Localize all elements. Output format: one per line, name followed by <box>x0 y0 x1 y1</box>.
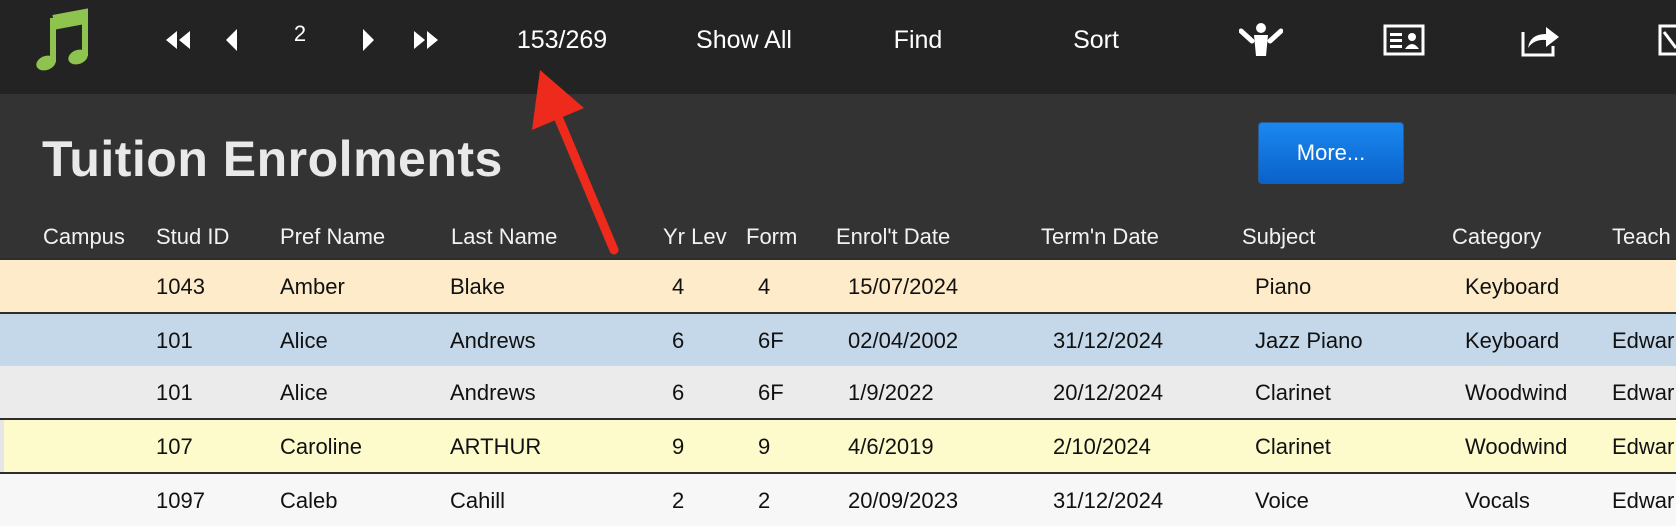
cell-form[interactable]: 6F <box>758 328 784 354</box>
cell-category[interactable]: Vocals <box>1465 488 1530 514</box>
sort-label: Sort <box>1073 25 1119 54</box>
previous-record-icon[interactable] <box>218 0 244 80</box>
record-count: 153/269 <box>500 0 624 80</box>
find-label: Find <box>893 25 943 54</box>
record-count-label: 153/269 <box>516 25 608 54</box>
column-header-last-name[interactable]: Last Name <box>451 224 557 250</box>
cell-category[interactable]: Woodwind <box>1465 380 1567 406</box>
column-header-enrol-date[interactable]: Enrol't Date <box>836 224 950 250</box>
cell-last-name[interactable]: Cahill <box>450 488 505 514</box>
close-icon[interactable] <box>1658 0 1676 80</box>
cell-yr-lev[interactable]: 6 <box>672 380 684 406</box>
cell-term-date[interactable]: 31/12/2024 <box>1053 328 1163 354</box>
cell-enrol-date[interactable]: 15/07/2024 <box>848 274 958 300</box>
cell-subject[interactable]: Jazz Piano <box>1255 328 1363 354</box>
show-all-label: Show All <box>696 25 792 54</box>
column-header-term-date[interactable]: Term'n Date <box>1041 224 1159 250</box>
column-header-pref-name[interactable]: Pref Name <box>280 224 385 250</box>
cell-form[interactable]: 4 <box>758 274 770 300</box>
cell-category[interactable]: Woodwind <box>1465 434 1567 460</box>
table-row[interactable]: 101 Alice Andrews 6 6F 02/04/2002 31/12/… <box>0 314 1676 366</box>
cell-stud-id[interactable]: 107 <box>156 434 193 460</box>
cell-subject[interactable]: Voice <box>1255 488 1309 514</box>
cell-stud-id[interactable]: 101 <box>156 328 193 354</box>
column-header-teacher[interactable]: Teach <box>1612 224 1671 250</box>
cell-form[interactable]: 9 <box>758 434 770 460</box>
cell-pref-name[interactable]: Caroline <box>280 434 362 460</box>
record-number[interactable]: 2 <box>280 0 320 74</box>
cell-pref-name[interactable]: Caleb <box>280 488 337 514</box>
table-row[interactable]: 101 Alice Andrews 6 6F 1/9/2022 20/12/20… <box>0 366 1676 418</box>
table-row[interactable]: 1097 Caleb Cahill 2 2 20/09/2023 31/12/2… <box>0 474 1676 526</box>
page-title: Tuition Enrolments <box>42 131 503 187</box>
last-record-icon[interactable] <box>408 0 444 80</box>
cell-last-name[interactable]: Andrews <box>450 328 536 354</box>
cell-yr-lev[interactable]: 6 <box>672 328 684 354</box>
cell-teacher[interactable]: Edwar <box>1612 434 1674 460</box>
cell-enrol-date[interactable]: 4/6/2019 <box>848 434 934 460</box>
column-header-yr-lev[interactable]: Yr Lev <box>663 224 727 250</box>
cell-form[interactable]: 2 <box>758 488 770 514</box>
cell-pref-name[interactable]: Alice <box>280 328 328 354</box>
cell-teacher[interactable]: Edwar <box>1612 328 1674 354</box>
cell-teacher[interactable]: Edwar <box>1612 488 1674 514</box>
cell-yr-lev[interactable]: 9 <box>672 434 684 460</box>
cell-category[interactable]: Keyboard <box>1465 274 1559 300</box>
cell-term-date[interactable]: 20/12/2024 <box>1053 380 1163 406</box>
column-header-form[interactable]: Form <box>746 224 797 250</box>
cell-enrol-date[interactable]: 02/04/2002 <box>848 328 958 354</box>
cell-term-date[interactable]: 2/10/2024 <box>1053 434 1151 460</box>
music-note-icon[interactable] <box>34 0 94 80</box>
toolbar: 2 153/269 Show All Find Sort <box>0 0 1676 94</box>
cell-enrol-date[interactable]: 20/09/2023 <box>848 488 958 514</box>
table-row[interactable]: 107 Caroline ARTHUR 9 9 4/6/2019 2/10/20… <box>0 420 1676 472</box>
cell-pref-name[interactable]: Alice <box>280 380 328 406</box>
cell-last-name[interactable]: ARTHUR <box>450 434 541 460</box>
cell-stud-id[interactable]: 101 <box>156 380 193 406</box>
column-header-category[interactable]: Category <box>1452 224 1541 250</box>
more-button[interactable]: More... <box>1258 122 1404 184</box>
cell-subject[interactable]: Clarinet <box>1255 380 1331 406</box>
record-number-label: 2 <box>293 21 307 46</box>
column-header-subject[interactable]: Subject <box>1242 224 1315 250</box>
cell-subject[interactable]: Clarinet <box>1255 434 1331 460</box>
cell-teacher[interactable]: Edwar <box>1612 380 1674 406</box>
cell-form[interactable]: 6F <box>758 380 784 406</box>
column-header-stud-id[interactable]: Stud ID <box>156 224 229 250</box>
find-button[interactable]: Find <box>872 0 964 80</box>
first-record-icon[interactable] <box>160 0 196 80</box>
table-row[interactable]: 1043 Amber Blake 4 4 15/07/2024 Piano Ke… <box>0 260 1676 312</box>
cell-yr-lev[interactable]: 2 <box>672 488 684 514</box>
cell-enrol-date[interactable]: 1/9/2022 <box>848 380 934 406</box>
cell-subject[interactable]: Piano <box>1255 274 1311 300</box>
sort-button[interactable]: Sort <box>1056 0 1136 80</box>
cell-yr-lev[interactable]: 4 <box>672 274 684 300</box>
column-header-campus[interactable]: Campus <box>43 224 125 250</box>
contact-card-icon[interactable] <box>1380 0 1428 80</box>
cell-pref-name[interactable]: Amber <box>280 274 345 300</box>
cell-last-name[interactable]: Andrews <box>450 380 536 406</box>
share-icon[interactable] <box>1518 0 1564 80</box>
next-record-icon[interactable] <box>356 0 382 80</box>
cell-last-name[interactable]: Blake <box>450 274 505 300</box>
cell-category[interactable]: Keyboard <box>1465 328 1559 354</box>
cell-stud-id[interactable]: 1097 <box>156 488 205 514</box>
person-icon[interactable] <box>1236 0 1286 80</box>
cell-stud-id[interactable]: 1043 <box>156 274 205 300</box>
show-all-button[interactable]: Show All <box>680 0 808 80</box>
cell-term-date[interactable]: 31/12/2024 <box>1053 488 1163 514</box>
layout-header: Tuition Enrolments More... Campus Stud I… <box>0 94 1676 258</box>
